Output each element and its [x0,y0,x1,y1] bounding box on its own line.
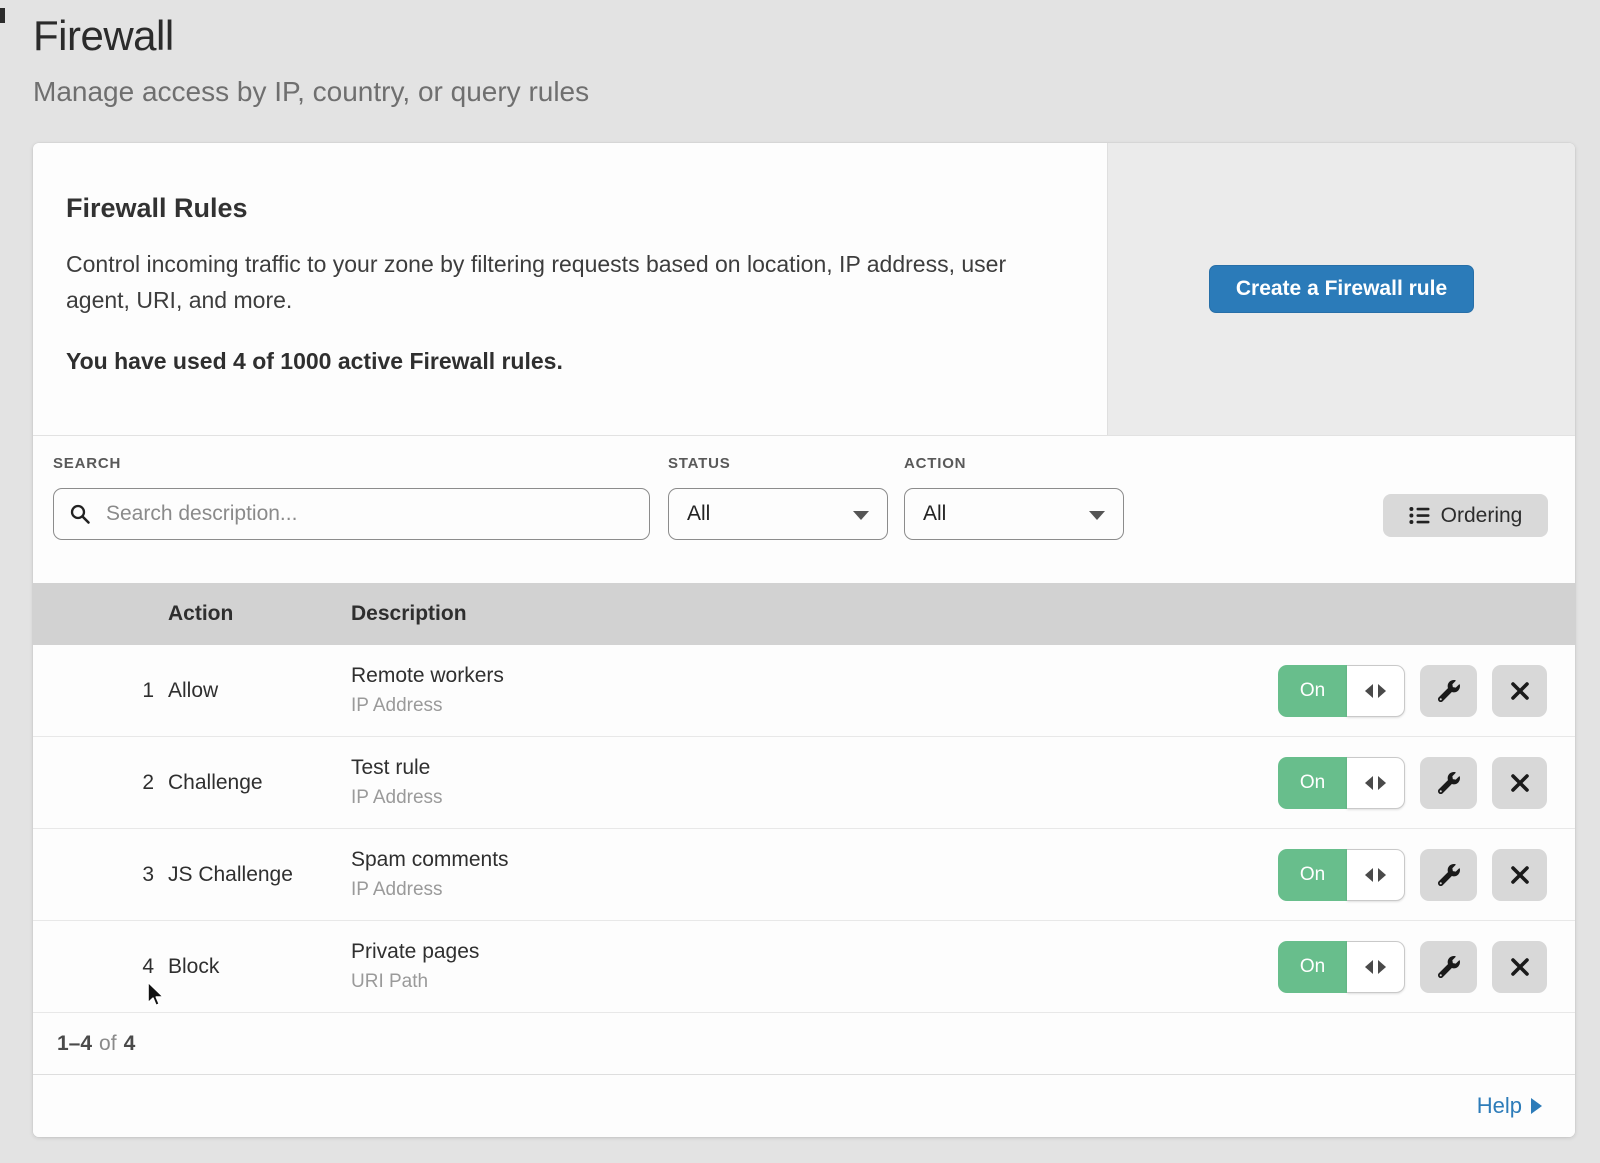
delete-rule-button[interactable] [1492,757,1547,809]
toggle-on-label: On [1278,757,1347,809]
rule-enabled-toggle[interactable]: On [1278,941,1405,993]
chevron-down-icon [1089,511,1105,520]
rule-action: JS Challenge [168,863,351,887]
rule-priority: 1 [33,679,168,703]
edit-rule-button[interactable] [1420,849,1477,901]
toggle-on-label: On [1278,941,1347,993]
arrow-right-icon [1378,776,1386,790]
column-description: Description [351,602,1575,626]
ordering-button[interactable]: Ordering [1383,494,1548,537]
arrow-left-icon [1365,960,1373,974]
rule-controls: On [1278,941,1547,993]
firewall-panel: Firewall Rules Control incoming traffic … [33,143,1575,1137]
wrench-icon [1438,680,1460,702]
firewall-rules-card: Firewall Rules Control incoming traffic … [33,143,1575,436]
edit-rule-button[interactable] [1420,665,1477,717]
close-icon [1510,865,1530,885]
filters-bar: SEARCH STATUS All ACTION All Ordering [33,436,1575,583]
action-select-value: All [923,502,946,526]
toggle-on-label: On [1278,849,1347,901]
rule-controls: On [1278,849,1547,901]
arrow-left-icon [1365,684,1373,698]
edit-rule-button[interactable] [1420,757,1477,809]
wrench-icon [1438,864,1460,886]
card-heading: Firewall Rules [66,193,1047,224]
search-label: SEARCH [53,455,121,472]
action-label: ACTION [904,455,966,472]
card-description: Control incoming traffic to your zone by… [66,246,1016,318]
help-link[interactable]: Help [1477,1093,1542,1119]
arrow-right-icon [1378,960,1386,974]
arrow-left-icon [1365,776,1373,790]
status-select-value: All [687,502,710,526]
table-row: 1 Allow Remote workers IP Address On [33,645,1575,737]
close-icon [1510,681,1530,701]
wrench-icon [1438,956,1460,978]
rule-action: Challenge [168,771,351,795]
arrow-left-icon [1365,868,1373,882]
pagination-of: of [99,1032,117,1056]
table-row: 3 JS Challenge Spam comments IP Address … [33,829,1575,921]
toggle-handle[interactable] [1347,757,1405,809]
rule-controls: On [1278,665,1547,717]
help-arrow-icon [1531,1098,1542,1114]
delete-rule-button[interactable] [1492,665,1547,717]
arrow-right-icon [1378,868,1386,882]
rule-enabled-toggle[interactable]: On [1278,849,1405,901]
pagination-bar: 1–4 of 4 [33,1013,1575,1075]
toggle-handle[interactable] [1347,941,1405,993]
table-row: 4 Block Private pages URI Path On [33,921,1575,1013]
rule-priority: 4 [33,955,168,979]
rule-enabled-toggle[interactable]: On [1278,757,1405,809]
arrow-right-icon [1378,684,1386,698]
toggle-on-label: On [1278,665,1347,717]
rules-usage-text: You have used 4 of 1000 active Firewall … [66,348,1047,375]
pagination-range: 1–4 [57,1032,92,1056]
rule-action: Block [168,955,351,979]
rule-priority: 3 [33,863,168,887]
create-firewall-rule-button[interactable]: Create a Firewall rule [1209,265,1474,313]
close-icon [1510,773,1530,793]
rule-controls: On [1278,757,1547,809]
ordering-button-label: Ordering [1441,504,1523,528]
wrench-icon [1438,772,1460,794]
column-action: Action [168,602,351,626]
delete-rule-button[interactable] [1492,849,1547,901]
ordering-list-icon [1409,506,1430,525]
page-header: Firewall Manage access by IP, country, o… [33,12,589,108]
toggle-handle[interactable] [1347,665,1405,717]
help-link-label: Help [1477,1093,1522,1119]
page-subtitle: Manage access by IP, country, or query r… [33,76,589,108]
table-row: 2 Challenge Test rule IP Address On [33,737,1575,829]
search-field-wrap [53,488,650,540]
action-select[interactable]: All [904,488,1124,540]
rule-enabled-toggle[interactable]: On [1278,665,1405,717]
chevron-down-icon [853,511,869,520]
panel-footer: Help [33,1075,1575,1137]
page-title: Firewall [33,12,589,60]
firewall-rules-card-text: Firewall Rules Control incoming traffic … [33,143,1108,435]
table-header: Action Description [33,583,1575,645]
rule-priority: 2 [33,771,168,795]
screenshot-edge-artifact [0,8,5,23]
status-select[interactable]: All [668,488,888,540]
status-label: STATUS [668,455,731,472]
close-icon [1510,957,1530,977]
rule-action: Allow [168,679,351,703]
search-input[interactable] [53,488,650,540]
toggle-handle[interactable] [1347,849,1405,901]
pagination-total: 4 [124,1032,136,1056]
card-side-panel: Create a Firewall rule [1108,143,1575,435]
delete-rule-button[interactable] [1492,941,1547,993]
edit-rule-button[interactable] [1420,941,1477,993]
